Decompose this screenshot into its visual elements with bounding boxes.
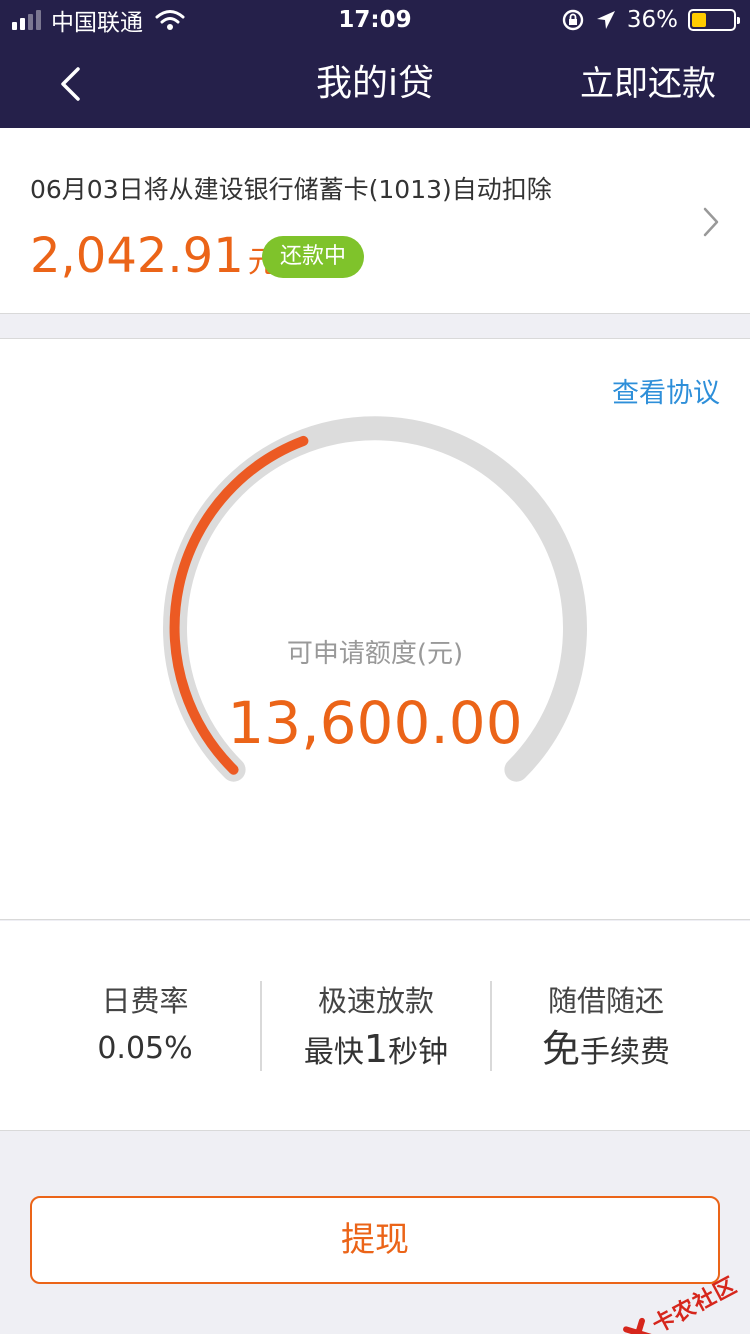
repay-now-button[interactable]: 立即还款 — [580, 40, 716, 128]
credit-limit-card: 查看协议 可申请额度(元) 13,600.00 — [0, 338, 750, 920]
withdraw-button[interactable]: 提现 — [30, 1196, 720, 1284]
navigation-bar: 我的i贷 立即还款 — [0, 40, 750, 128]
feature-value: 0.05% — [97, 1031, 193, 1066]
feature-label: 随借随还 — [547, 984, 664, 1018]
battery-percent: 36% — [626, 7, 678, 33]
feature-value-emph: 1 — [363, 1027, 389, 1071]
location-arrow-icon — [596, 11, 615, 29]
feature-value-prefix: 最快 — [303, 1035, 364, 1070]
feature-label: 极速放款 — [317, 984, 434, 1018]
chevron-right-icon — [703, 207, 719, 237]
feature-flexible-repay: 随借随还 免手续费 — [491, 983, 721, 1073]
repayment-amount-value: 2,042.91 — [30, 228, 244, 284]
feature-value: 免手续费 — [491, 1029, 721, 1073]
status-badge: 还款中 — [262, 236, 365, 278]
features-panel: 日费率 0.05% 极速放款 最快1秒钟 随借随还 免手续费 — [0, 921, 750, 1131]
feature-fast-loan: 极速放款 最快1秒钟 — [261, 983, 491, 1073]
feature-daily-rate: 日费率 0.05% — [30, 983, 260, 1069]
repayment-card[interactable]: 06月03日将从建设银行储蓄卡(1013)自动扣除 2,042.91 元 还款中 — [0, 128, 750, 314]
view-agreement-link[interactable]: 查看协议 — [612, 371, 720, 410]
repayment-notice: 06月03日将从建设银行储蓄卡(1013)自动扣除 — [30, 175, 552, 204]
feature-value-emph: 免 — [541, 1027, 580, 1071]
feature-value-suffix: 秒钟 — [388, 1035, 449, 1070]
repayment-amount: 2,042.91 元 — [30, 228, 278, 284]
battery-icon — [688, 9, 740, 31]
feature-label: 日费率 — [101, 984, 189, 1018]
status-right: 36% — [561, 6, 740, 34]
credit-amount: 13,600.00 — [227, 689, 523, 757]
credit-caption: 可申请额度(元) — [286, 639, 464, 669]
feature-value: 最快1秒钟 — [261, 1029, 491, 1073]
credit-gauge: 可申请额度(元) 13,600.00 — [158, 411, 592, 791]
orientation-lock-icon — [562, 9, 584, 31]
status-bar: 中国联通 17:09 36% — [0, 0, 750, 40]
feature-value-suffix: 手续费 — [580, 1035, 670, 1070]
